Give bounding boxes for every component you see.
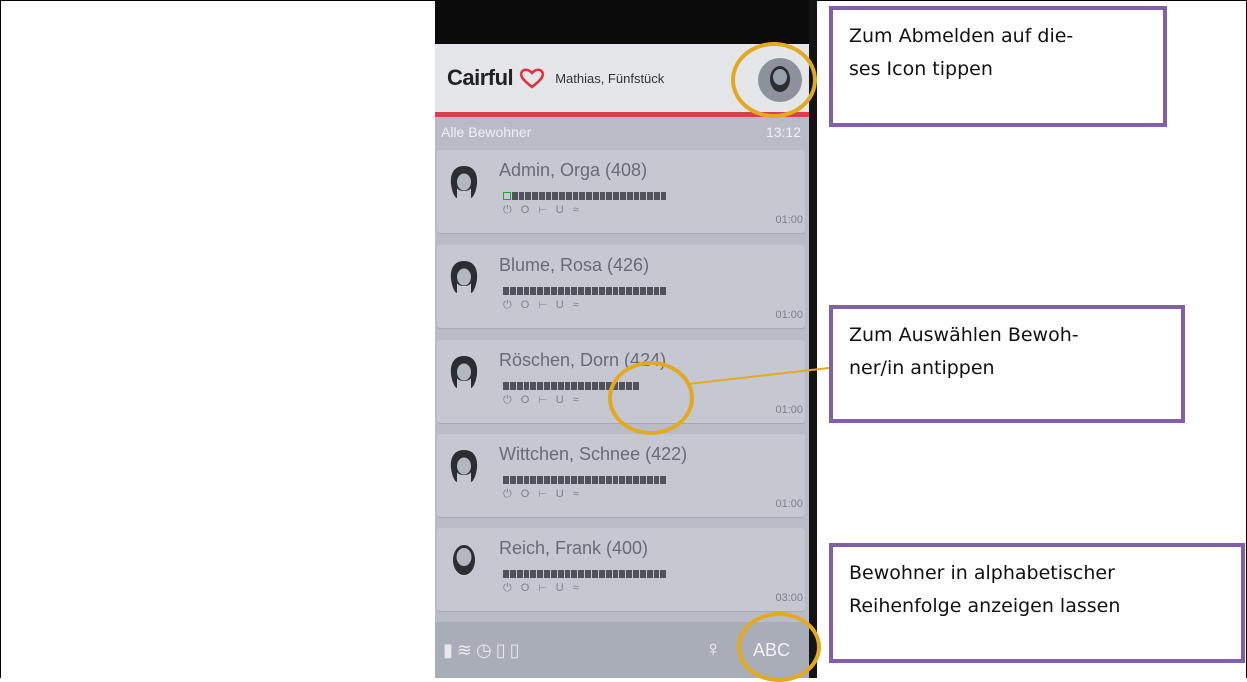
care-status-icons: ⏻ O ⊢ U ≈	[503, 394, 582, 406]
resident-name: Blume, Rosa (426)	[499, 255, 650, 275]
male-avatar-icon	[453, 545, 475, 575]
care-status-icons: ⏻ O ⊢ U ≈	[503, 582, 582, 594]
callout-sort-line2: Reihenfolge anzeigen lassen	[849, 595, 1121, 617]
person-icon[interactable]: ♀	[705, 636, 722, 662]
highlight-ring-resident	[608, 361, 694, 435]
status-bar	[435, 0, 817, 44]
wifi-icon: ≋	[456, 640, 476, 660]
clock: 13:12	[765, 124, 801, 140]
signal-icon: ▯▯	[495, 640, 524, 660]
female-avatar-icon	[450, 166, 478, 198]
table-border-left	[0, 0, 1, 678]
resident-time: 01:00	[775, 404, 803, 416]
resident-card[interactable]: Wittchen, Schnee (422) ⏻ O ⊢ U ≈ 01:00	[437, 434, 805, 517]
resident-time: 01:00	[775, 309, 803, 321]
care-status-icons: ⏻ O ⊢ U ≈	[503, 204, 582, 216]
callout-logout-line1: Zum Abmelden auf die-	[849, 25, 1074, 47]
callout-sort: Bewohner in alphabetischer Reihenfolge a…	[829, 543, 1245, 663]
care-progress-bar	[503, 476, 667, 484]
care-progress-bar	[503, 570, 667, 578]
callout-logout-line2: ses Icon tippen	[849, 58, 993, 80]
battery-icon: ▮	[443, 640, 457, 660]
resident-name: Admin, Orga (408)	[499, 160, 648, 180]
resident-name: Reich, Frank (400)	[499, 538, 649, 558]
callout-logout: Zum Abmelden auf die- ses Icon tippen	[829, 6, 1167, 127]
list-header: Alle Bewohner 13:12	[435, 120, 809, 144]
care-progress-bar	[503, 287, 667, 295]
resident-card[interactable]: Reich, Frank (400) ⏻ O ⊢ U ≈ 03:00	[437, 528, 805, 611]
care-status-icons: ⏻ O ⊢ U ≈	[503, 299, 582, 311]
female-avatar-icon	[450, 261, 478, 293]
care-status-icons: ⏻ O ⊢ U ≈	[503, 488, 582, 500]
female-avatar-icon	[450, 450, 478, 482]
highlight-ring-abc	[737, 612, 821, 682]
resident-time: 01:00	[775, 214, 803, 226]
resident-time: 03:00	[775, 592, 803, 604]
care-progress-bar	[503, 192, 667, 200]
system-status-icons: ▮≋◷▯▯	[443, 640, 524, 661]
logged-in-user: Mathias, Fünfstück	[555, 70, 665, 86]
resident-time: 01:00	[775, 498, 803, 510]
phone-bezel	[809, 0, 817, 678]
callout-select-line2: ner/in antippen	[849, 357, 995, 379]
highlight-ring-avatar	[731, 42, 817, 118]
callout-select-line1: Zum Auswählen Bewoh-	[849, 324, 1079, 346]
section-title: Alle Bewohner	[441, 124, 532, 140]
heart-icon	[520, 68, 545, 89]
callout-sort-line1: Bewohner in alphabetischer	[849, 562, 1115, 584]
callout-select-resident: Zum Auswählen Bewoh- ner/in antippen	[829, 305, 1185, 423]
resident-card[interactable]: Blume, Rosa (426) ⏻ O ⊢ U ≈ 01:00	[437, 245, 805, 328]
resident-name: Wittchen, Schnee (422)	[499, 444, 688, 464]
app-brand: Cairful	[447, 65, 514, 90]
resident-card[interactable]: Admin, Orga (408) ⏻ O ⊢ U ≈ 01:00	[437, 150, 805, 233]
clock-icon: ◷	[476, 640, 496, 660]
female-avatar-icon	[450, 356, 478, 388]
